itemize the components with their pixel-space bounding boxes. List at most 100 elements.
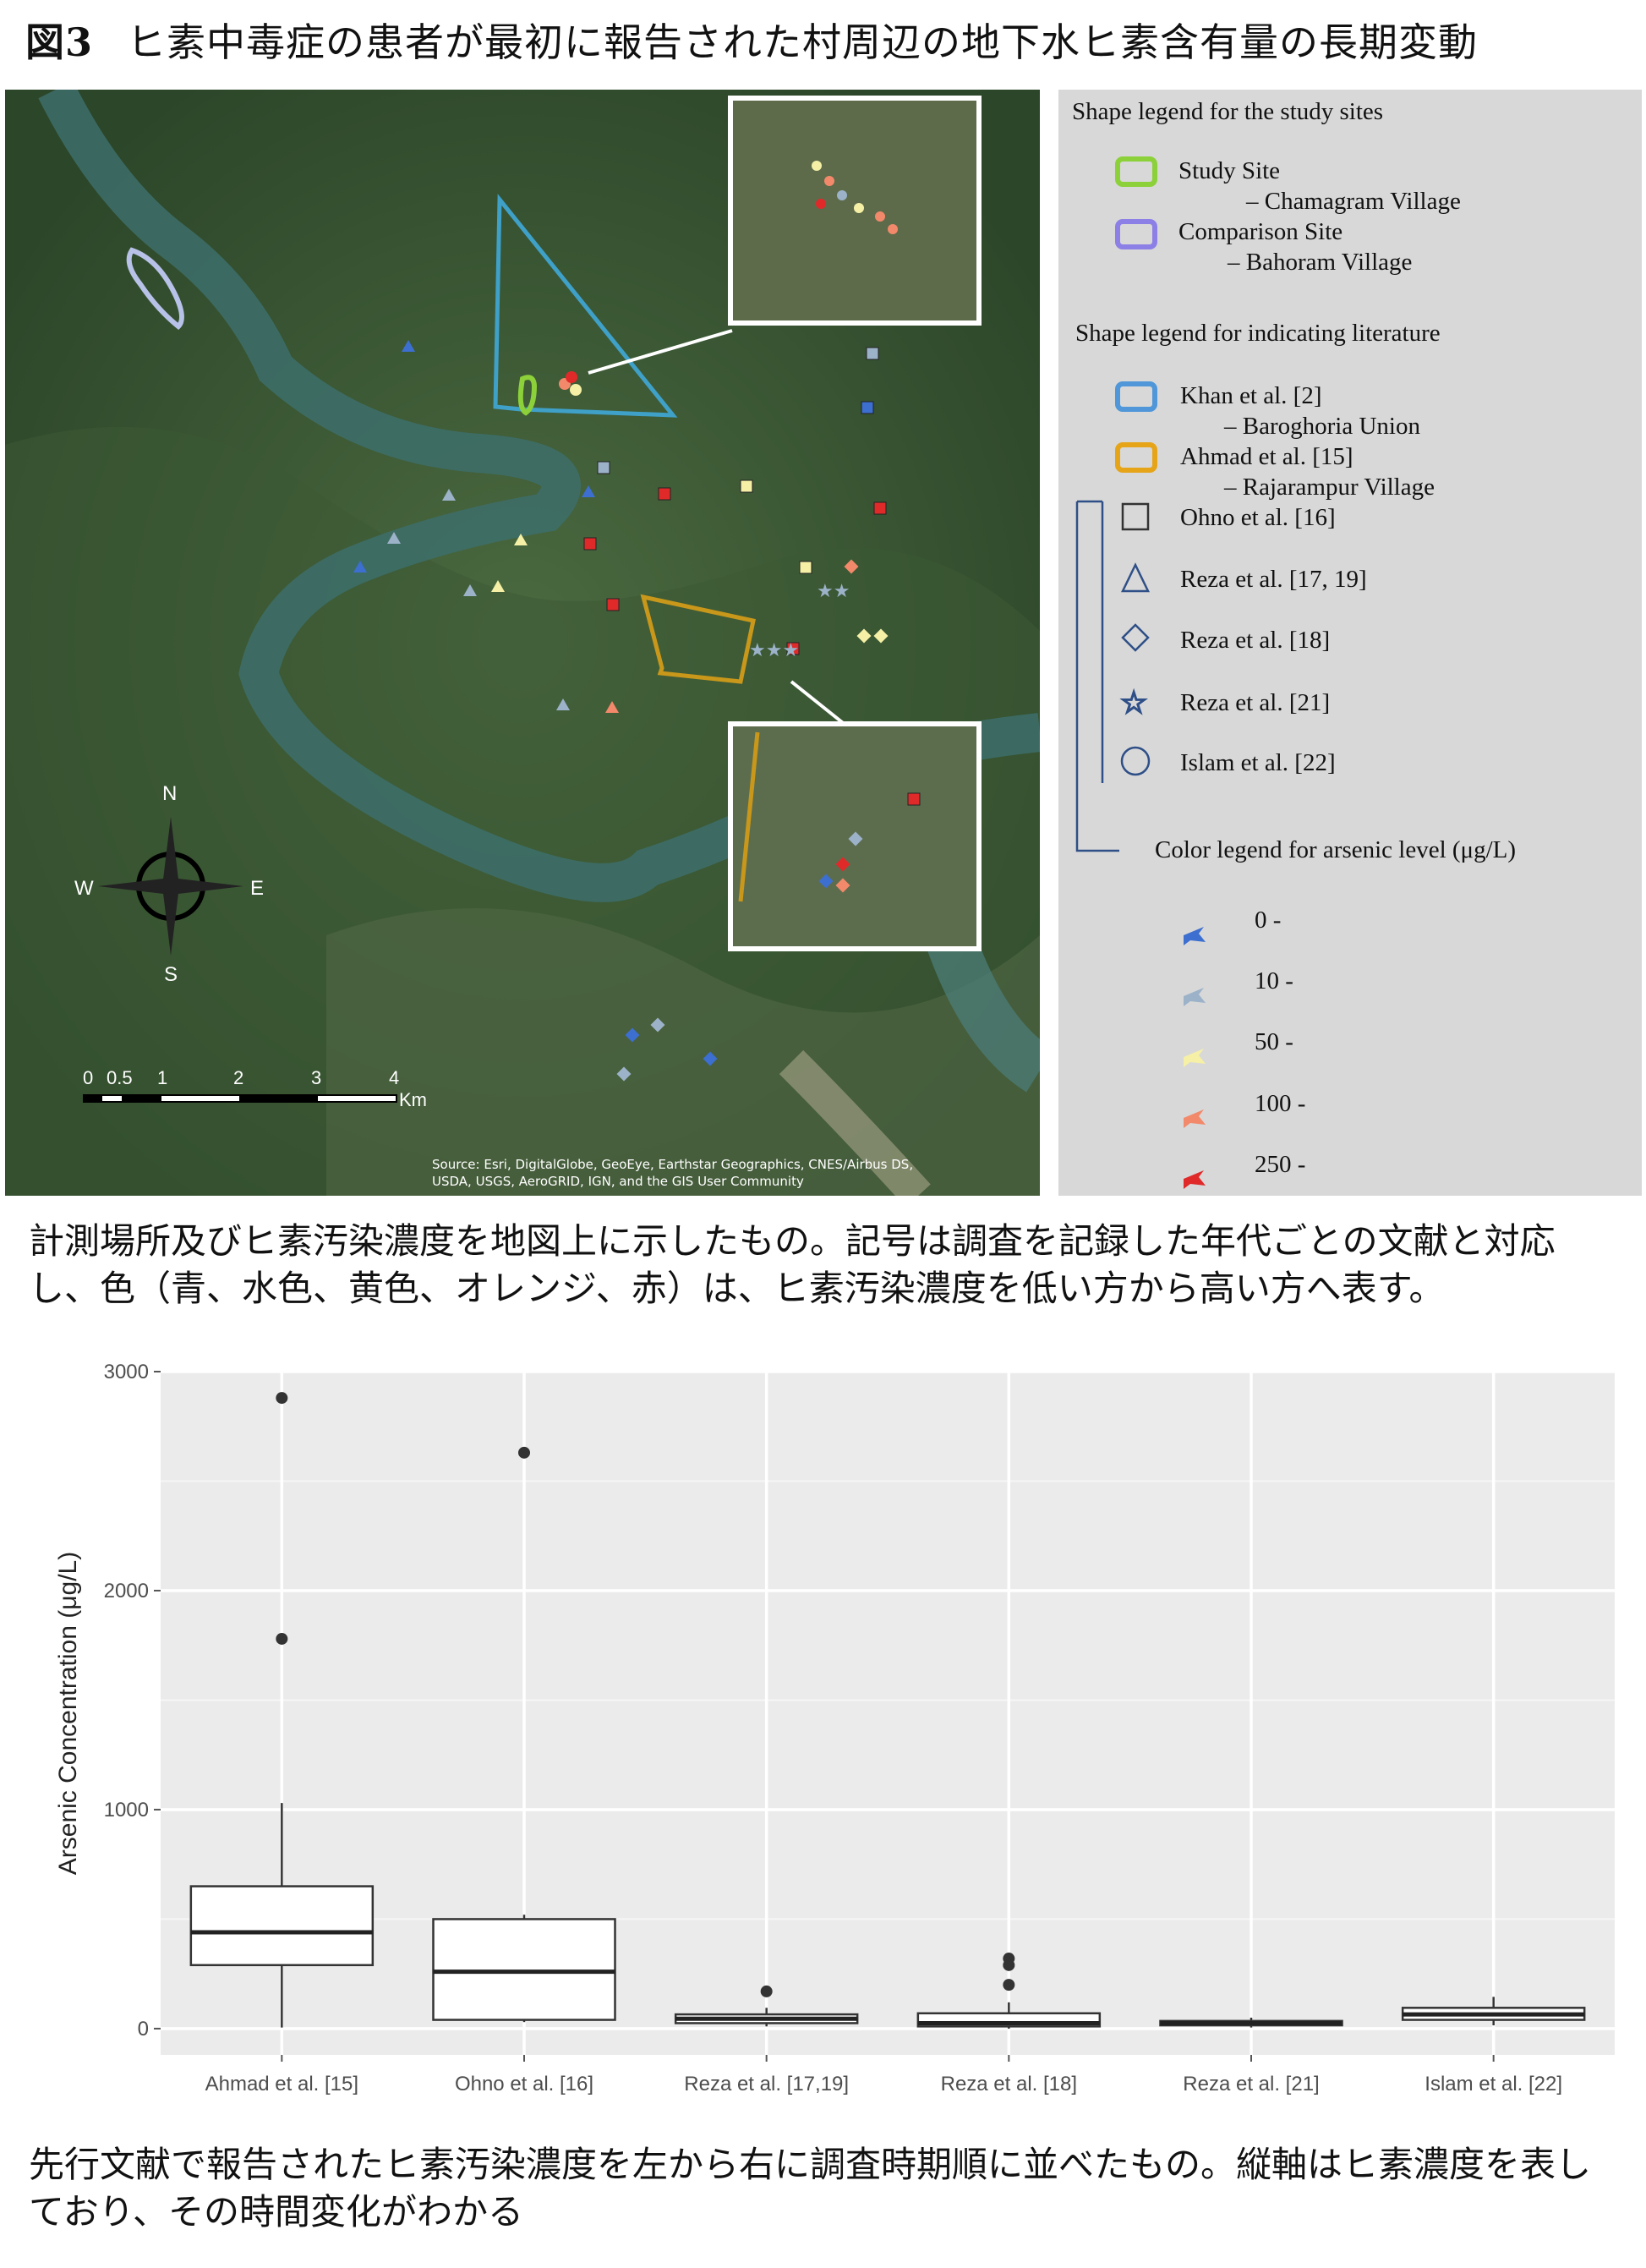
marker-square <box>583 537 597 551</box>
y-tick-label: 0 <box>138 2018 149 2041</box>
level50-swatch <box>1184 1049 1206 1067</box>
scale-tick-2: 2 <box>233 1067 243 1088</box>
reza1719-triangle-icon <box>1121 562 1150 593</box>
chart-caption: 先行文献で報告されたヒ素汚染濃度を左から右に調査時期順に並べたもの。縦軸はヒ素濃… <box>29 2144 1592 2232</box>
scale-bar-seg <box>161 1096 239 1101</box>
marker-square <box>606 598 620 611</box>
x-tick-label: Reza et al. [21] <box>1183 2073 1319 2095</box>
satellite-map: ★★ ★★★ N S E W 0 0.5 1 2 3 4 Km Source: … <box>5 90 1040 1196</box>
inset-point <box>816 199 826 209</box>
figure-number: 図3 <box>25 19 94 65</box>
outlier-point <box>276 1392 288 1405</box>
box <box>189 1885 375 1967</box>
legend-khan-sub: – Baroghoria Union <box>1224 413 1420 440</box>
x-tick-label: Ohno et al. [16] <box>455 2073 593 2095</box>
marker-square <box>799 561 812 574</box>
legend-level-10: 10 - <box>1255 967 1293 994</box>
figure-title-text: ヒ素中毒症の患者が最初に報告された村周辺の地下水ヒ素含有量の長期変動 <box>127 19 1479 65</box>
reza21-star-icon: ☆ <box>1120 686 1147 720</box>
legend-study-site: Study Site <box>1178 157 1281 184</box>
y-axis-label: Arsenic Concentration (μg/L) <box>54 1552 82 1875</box>
legend-study-site-sub: – Chamagram Village <box>1246 188 1461 215</box>
level0-swatch <box>1184 927 1206 945</box>
scale-bar-seg <box>318 1096 396 1101</box>
ahmad-swatch <box>1115 442 1157 473</box>
plot-panel <box>161 1372 1615 2055</box>
legend-reza18: Reza et al. [18] <box>1180 627 1331 654</box>
level250-swatch <box>1184 1170 1206 1189</box>
marker-square <box>861 401 874 414</box>
map-source-line1: Source: Esri, DigitalGlobe, GeoEye, Eart… <box>432 1157 913 1172</box>
scale-tick-0.5: 0.5 <box>107 1067 133 1088</box>
inset-bottom <box>728 721 982 951</box>
boxplot-chart: 0 1000 2000 3000 Ahmad et al. [15] Ohno et al… <box>34 1360 1623 2104</box>
map-legend: ☆ Shape legend for the study sites Study… <box>1058 90 1642 1196</box>
legend-reza21: Reza et al. [21] <box>1180 689 1331 716</box>
y-tick-label: 1000 <box>104 1799 149 1822</box>
inset-point <box>888 224 898 234</box>
map-drawing: ★★ ★★★ N S E W 0 0.5 1 2 3 4 Km Source: … <box>5 90 1040 1196</box>
scale-tick-1: 1 <box>157 1067 167 1088</box>
legend-ahmad-sub: – Rajarampur Village <box>1224 474 1435 501</box>
figure-title: 図3 ヒ素中毒症の患者が最初に報告された村周辺の地下水ヒ素含有量の長期変動 <box>25 12 1478 68</box>
marker-square <box>873 501 887 515</box>
compass-n: N <box>162 782 177 805</box>
inset-top <box>728 96 982 326</box>
inset-point <box>824 176 834 186</box>
y-tick-label: 3000 <box>104 1361 149 1383</box>
inset-point <box>837 190 847 200</box>
boxplot-svg: 0 1000 2000 3000 Ahmad et al. [15] Ohno et al… <box>54 1361 1615 2095</box>
compass-w: W <box>74 877 94 900</box>
reza18-diamond-icon <box>1121 623 1150 652</box>
y-tick-label: 2000 <box>104 1580 149 1602</box>
marker-square <box>597 461 610 474</box>
marker-square <box>866 347 879 360</box>
map-caption: 計測場所及びヒ素汚染濃度を地図上に示したもの。記号は調査を記録した年代ごとの文献… <box>29 1220 1556 1309</box>
level100-swatch <box>1184 1109 1206 1128</box>
legend-level-100: 100 - <box>1255 1090 1306 1117</box>
scale-tick-0: 0 <box>83 1067 93 1088</box>
x-tick-label: Ahmad et al. [15] <box>205 2073 358 2095</box>
islam-circle-icon <box>1120 746 1151 776</box>
inset-point <box>812 161 822 171</box>
legend-comparison-site: Comparison Site <box>1178 218 1343 245</box>
marker-star: ★★★ <box>749 640 799 661</box>
scale-tick-3: 3 <box>311 1067 321 1088</box>
outlier-point <box>518 1446 530 1459</box>
legend-comparison-site-sub: – Bahoram Village <box>1228 249 1413 276</box>
khan-swatch <box>1115 381 1157 412</box>
box <box>432 1918 616 2021</box>
compass-e: E <box>250 877 264 900</box>
legend-khan: Khan et al. [2] <box>1180 382 1322 409</box>
legend-level-50: 50 - <box>1255 1028 1293 1055</box>
comparison-site-swatch <box>1115 219 1157 249</box>
marker-square <box>658 487 671 501</box>
marker-square <box>740 479 753 493</box>
outlier-point <box>1003 1953 1015 1965</box>
scale-tick-4: 4 <box>389 1067 399 1088</box>
legend-ahmad: Ahmad et al. [15] <box>1180 443 1353 470</box>
scale-bar-seg <box>102 1096 122 1101</box>
x-tick-label: Islam et al. [22] <box>1425 2073 1562 2095</box>
legend-bracket <box>1075 500 1119 852</box>
outlier-point <box>1003 1979 1015 1991</box>
legend-level-0: 0 - <box>1255 907 1282 934</box>
outlier-point <box>276 1632 288 1645</box>
map-source-line2: USDA, USGS, AeroGRID, IGN, and the GIS U… <box>432 1174 804 1189</box>
compass-s: S <box>164 963 178 986</box>
marker-star: ★★ <box>817 581 850 602</box>
scale-unit: Km <box>399 1089 427 1110</box>
x-tick-label: Reza et al. [18] <box>941 2073 1077 2095</box>
legend-islam: Islam et al. [22] <box>1180 749 1336 776</box>
legend-sites-heading: Shape legend for the study sites <box>1072 98 1384 125</box>
outlier-point <box>760 1985 773 1997</box>
legend-level-250: 250 - <box>1255 1151 1306 1178</box>
level10-swatch <box>1184 988 1206 1006</box>
inset-point <box>854 203 864 213</box>
legend-color-heading: Color legend for arsenic level (μg/L) <box>1155 836 1517 863</box>
inset-point <box>875 211 885 222</box>
legend-ohno: Ohno et al. [16] <box>1180 504 1336 531</box>
legend-reza1719: Reza et al. [17, 19] <box>1180 566 1367 593</box>
marker-circle <box>566 371 577 383</box>
ohno-square-icon <box>1121 502 1150 531</box>
